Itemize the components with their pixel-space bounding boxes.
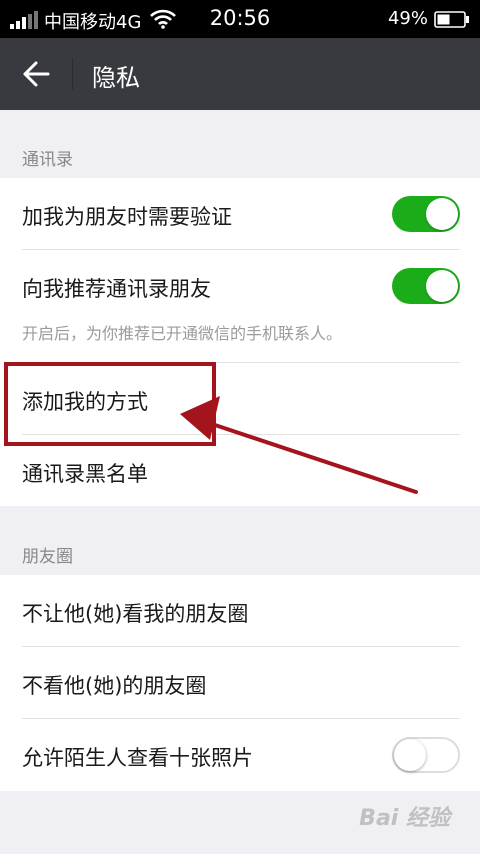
status-bar: 中国移动4G 20:56 49%	[0, 0, 480, 38]
recommend-toggle[interactable]	[392, 268, 460, 304]
row-add-me-methods[interactable]: 添加我的方式	[0, 363, 480, 435]
page-title: 隐私	[92, 64, 140, 92]
verify-toggle[interactable]	[392, 196, 460, 232]
row-label: 添加我的方式	[22, 390, 148, 414]
row-label: 向我推荐通讯录朋友	[22, 277, 211, 301]
row-add-me-verify[interactable]: 加我为朋友时需要验证	[0, 178, 480, 250]
nav-bar: 隐私	[0, 38, 480, 110]
battery-icon	[434, 11, 469, 28]
back-arrow-icon[interactable]	[22, 60, 50, 88]
row-label: 不让他(她)看我的朋友圈	[22, 602, 249, 626]
row-label: 不看他(她)的朋友圈	[22, 674, 207, 698]
moments-group: 不让他(她)看我的朋友圈 不看他(她)的朋友圈 允许陌生人查看十张照片	[0, 575, 480, 791]
section-title-moments: 朋友圈	[22, 547, 73, 567]
row-label: 通讯录黑名单	[22, 462, 148, 486]
toggle-knob	[426, 198, 458, 230]
toggle-knob	[426, 270, 458, 302]
nav-divider	[72, 58, 73, 90]
section-title-contacts: 通讯录	[22, 150, 73, 170]
row-label: 加我为朋友时需要验证	[22, 205, 232, 229]
watermark: Bai 经验	[359, 806, 450, 831]
row-hide-my-moments[interactable]: 不让他(她)看我的朋友圈	[0, 575, 480, 647]
recommend-hint: 开启后，为你推荐已开通微信的手机联系人。	[22, 324, 343, 343]
toggle-knob	[394, 739, 426, 771]
stranger-photos-toggle[interactable]	[392, 737, 460, 773]
row-recommend-contacts[interactable]: 向我推荐通讯录朋友 开启后，为你推荐已开通微信的手机联系人。	[0, 250, 480, 362]
row-stranger-ten-photos[interactable]: 允许陌生人查看十张照片	[0, 719, 480, 791]
contacts-group: 加我为朋友时需要验证 向我推荐通讯录朋友 开启后，为你推荐已开通微信的手机联系人…	[0, 178, 480, 506]
row-label: 允许陌生人查看十张照片	[22, 746, 253, 770]
battery-percent: 49%	[387, 8, 428, 29]
row-contacts-blacklist[interactable]: 通讯录黑名单	[0, 435, 480, 506]
row-hide-their-moments[interactable]: 不看他(她)的朋友圈	[0, 647, 480, 719]
